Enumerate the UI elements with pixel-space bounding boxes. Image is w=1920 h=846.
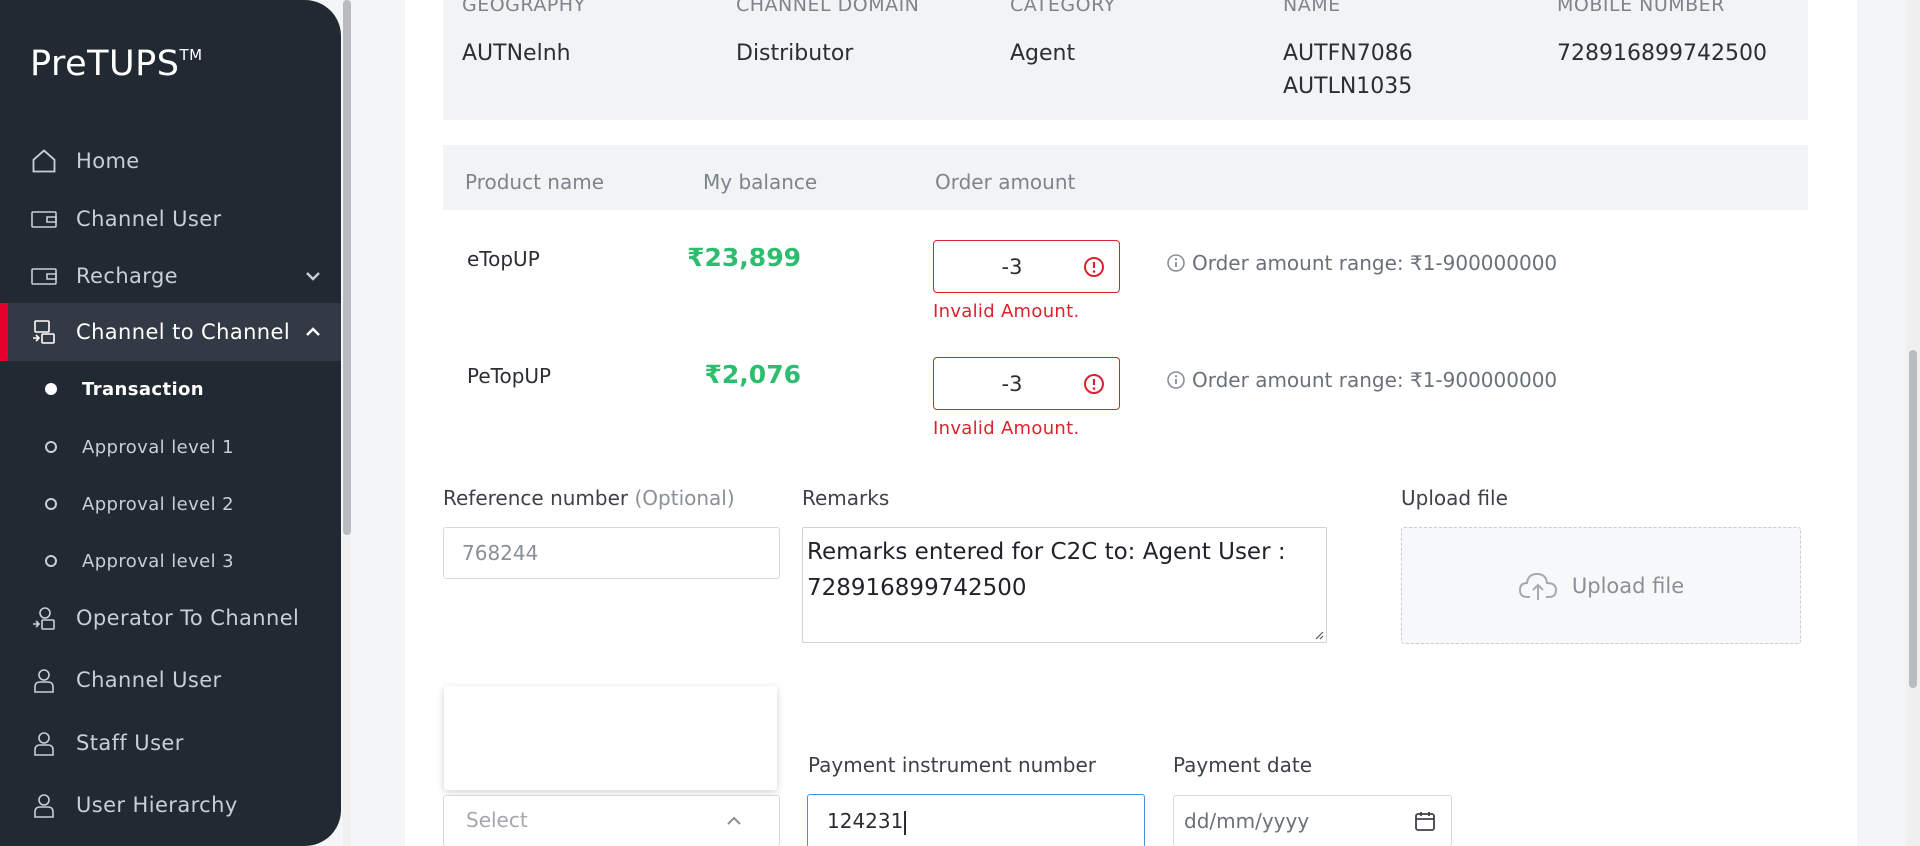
sidebar-subitem-approval-3[interactable]: Approval level 3 [0,537,341,585]
resize-handle-icon[interactable] [1312,628,1324,640]
reference-number-input[interactable]: 768244 [443,527,780,579]
page-scrollbar-thumb[interactable] [1909,350,1917,688]
sidebar-item-label: Operator To Channel [76,606,300,630]
transfer-icon [28,602,60,634]
wallet-icon [28,203,60,235]
transfer-icon [28,316,60,348]
bullet-icon [45,555,57,567]
product-balance: ₹23,899 [687,243,801,272]
error-message: Invalid Amount. [933,418,1080,439]
sidebar-item-label: Home [76,149,140,173]
error-icon [1084,257,1104,277]
sidebar-item-home[interactable]: Home [0,132,341,190]
sidebar-subitem-transaction[interactable]: Transaction [0,365,341,413]
payment-instrument-label: Payment instrument number [808,753,1097,777]
cloud-upload-icon [1518,572,1557,600]
active-indicator [0,303,8,361]
sidebar-subitem-approval-2[interactable]: Approval level 2 [0,480,341,528]
sidebar-item-label: User Hierarchy [76,793,238,817]
bullet-icon [45,383,57,395]
sidebar-item-staff-user[interactable]: Staff User [0,714,341,772]
bullet-icon [45,441,57,453]
user-icon [28,664,60,696]
sidebar-item-user-hierarchy[interactable]: User Hierarchy [0,776,341,834]
sidebar-item-label: Staff User [76,731,184,755]
upload-file-dropzone[interactable]: Upload file [1401,527,1801,644]
payment-date-label: Payment date [1173,753,1313,777]
info-icon [1167,254,1185,272]
user-details-panel: GEOGRAPHY AUTNelnh CHANNEL DOMAIN Distri… [443,0,1808,120]
reference-number-label: Reference number (Optional) [443,486,735,510]
first-name: AUTFN7086 [1283,41,1413,66]
home-icon [28,145,60,177]
payment-instrument-input[interactable]: 124231 [807,794,1145,846]
order-amount-input[interactable]: -3 [933,240,1120,293]
user-icon [28,789,60,821]
sidebar-item-channel-user-2[interactable]: Channel User [0,651,341,709]
error-icon [1084,374,1104,394]
sidebar-item-label: Channel User [76,207,222,231]
product-table-header: Product name My balance Order amount [443,145,1808,210]
info-icon [1167,371,1185,389]
amount-range-hint: Order amount range: ₹1-900000000 [1166,368,1557,392]
wallet-icon [28,260,60,292]
payment-date-input[interactable]: dd/mm/yyyy [1173,795,1452,846]
remarks-textarea[interactable]: Remarks entered for C2C to: Agent User :… [802,527,1327,643]
sidebar-item-label: Recharge [76,264,179,288]
amount-range-hint: Order amount range: ₹1-900000000 [1166,251,1557,275]
sidebar-subitem-approval-1[interactable]: Approval level 1 [0,423,341,471]
header-order-amount: Order amount [935,170,1076,194]
sidebar-item-channel-user[interactable]: Channel User [0,190,341,248]
sidebar-item-operator-to-channel[interactable]: Operator To Channel [0,589,341,647]
user-icon [28,727,60,759]
payment-type-dropdown-menu[interactable] [444,686,777,790]
error-message: Invalid Amount. [933,301,1080,322]
sidebar-item-recharge[interactable]: Recharge [0,247,341,305]
sidebar-scrollbar-thumb[interactable] [343,0,351,535]
chevron-up-icon [303,322,323,342]
sidebar-item-label: Channel to Channel [76,320,291,344]
payment-type-select[interactable]: Select [443,795,780,846]
text-cursor [904,810,906,835]
calendar-icon[interactable] [1413,809,1437,833]
sidebar-item-channel-to-channel[interactable]: Channel to Channel [0,303,341,361]
product-name: eTopUP [467,247,540,271]
last-name: AUTLN1035 [1283,74,1413,99]
remarks-label: Remarks [802,486,890,510]
bullet-icon [45,498,57,510]
app-logo[interactable]: PreTUPSTM [30,44,203,84]
upload-file-label: Upload file [1401,486,1508,510]
order-amount-input[interactable]: -3 [933,357,1120,410]
sidebar: PreTUPSTM Home Channel User Recharge Cha… [0,0,341,846]
sidebar-item-label: Channel User [76,668,222,692]
header-product-name: Product name [465,170,605,194]
product-name: PeTopUP [467,364,552,388]
product-balance: ₹2,076 [704,360,801,389]
chevron-down-icon [303,266,323,286]
chevron-up-icon [725,812,743,830]
header-my-balance: My balance [703,170,818,194]
